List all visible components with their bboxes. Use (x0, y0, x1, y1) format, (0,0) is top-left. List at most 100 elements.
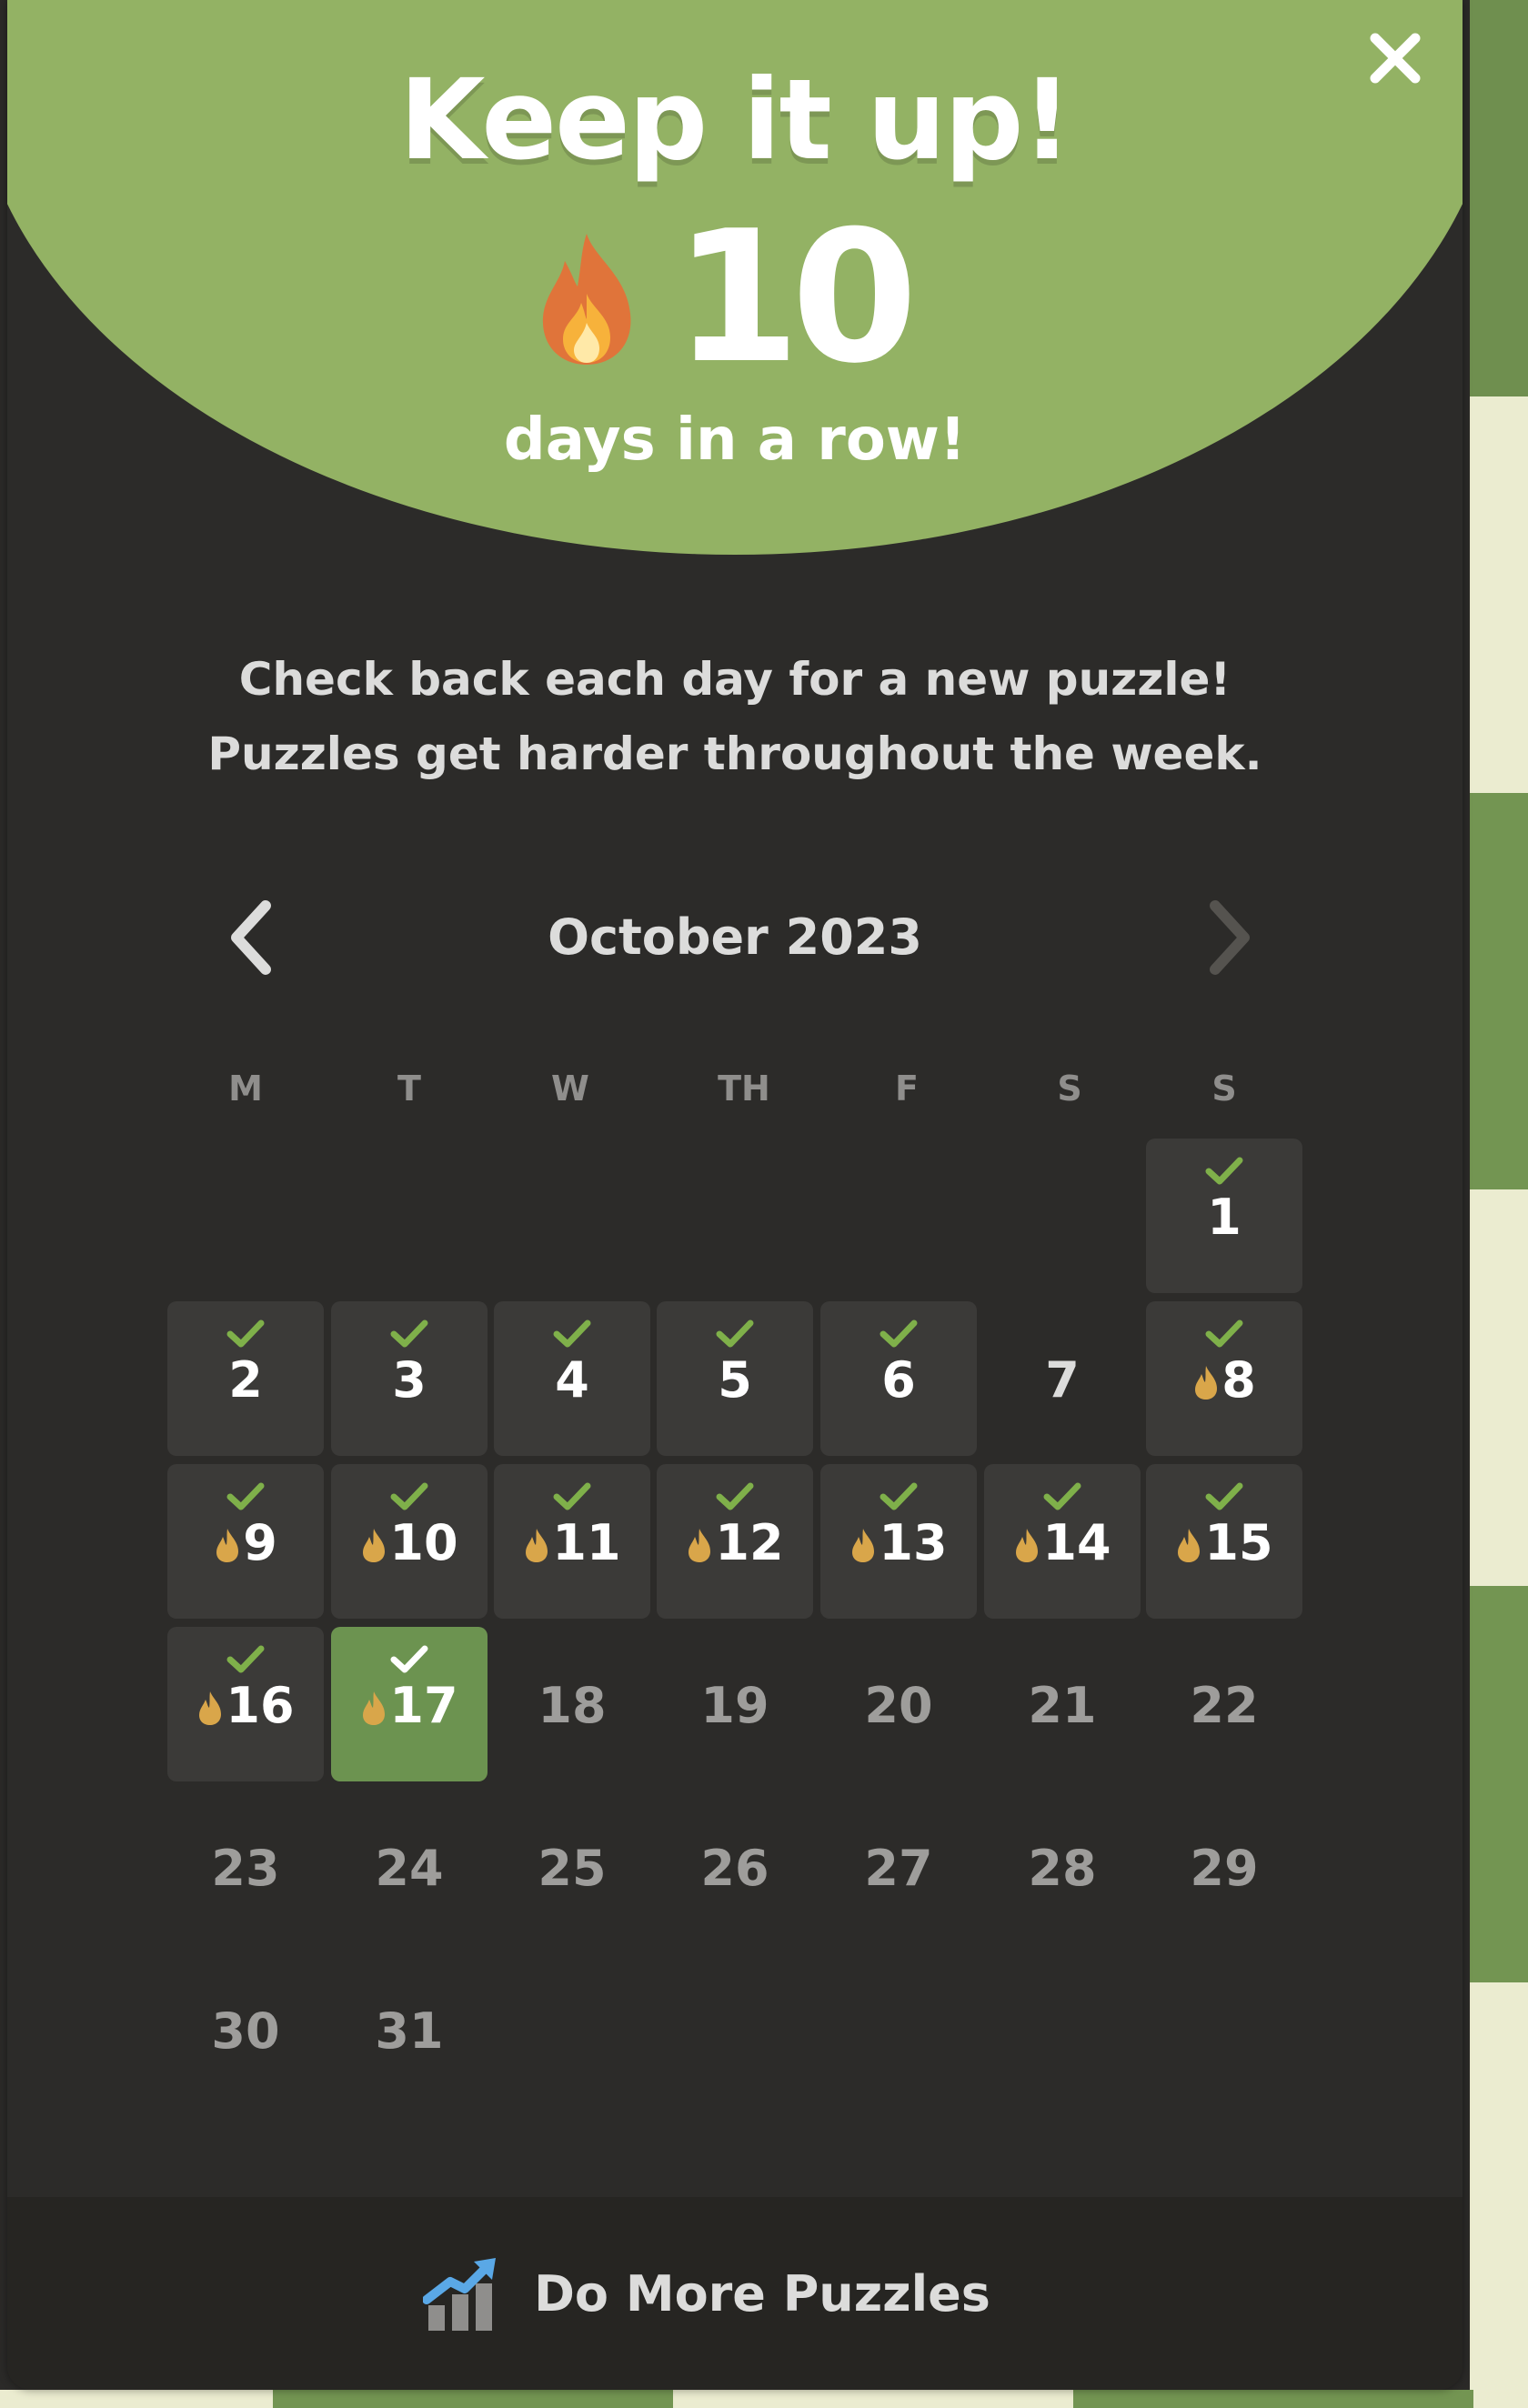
weekday-label: TH (718, 1069, 770, 1109)
day-number-text: 3 (392, 1351, 427, 1409)
day-number-text: 30 (211, 2002, 280, 2060)
day-number-text: 20 (864, 1677, 933, 1734)
flame-icon (363, 1691, 386, 1725)
weekday-label: S (1211, 1069, 1237, 1109)
day-number-text: 27 (864, 1840, 933, 1897)
flame-icon (852, 1529, 875, 1562)
calendar-day-24: 24 (331, 1790, 488, 1944)
calendar-day-9[interactable]: 9 (167, 1464, 324, 1619)
day-number: 25 (494, 1837, 650, 1901)
board-square (1470, 396, 1528, 793)
calendar-day-16[interactable]: 16 (167, 1627, 324, 1781)
check-icon (716, 1319, 754, 1348)
day-number-text: 8 (1221, 1351, 1256, 1409)
info-line-1: Check back each day for a new puzzle! (238, 653, 1231, 706)
day-number: 27 (820, 1837, 977, 1901)
weekday-label: T (397, 1069, 421, 1109)
day-number-text: 2 (228, 1351, 263, 1409)
do-more-puzzles-button[interactable]: Do More Puzzles (7, 2197, 1463, 2390)
day-number-text: 10 (389, 1514, 458, 1571)
modal-title: Keep it up! (398, 55, 1072, 185)
day-number-text: 15 (1204, 1514, 1273, 1571)
calendar-day-18: 18 (494, 1627, 650, 1781)
calendar-day-30: 30 (167, 1952, 324, 2107)
calendar-day-7[interactable]: 7 (984, 1301, 1141, 1456)
streak-modal: Keep it up! 10 days in a row! Check back… (7, 0, 1463, 2390)
day-number: 11 (494, 1511, 650, 1575)
day-number: 20 (820, 1674, 977, 1738)
calendar-day-15[interactable]: 15 (1146, 1464, 1302, 1619)
flame-icon (526, 1529, 548, 1562)
day-number: 5 (657, 1349, 813, 1412)
streak-count: 10 (673, 192, 918, 404)
day-number-text: 18 (538, 1677, 607, 1734)
calendar-day-29: 29 (1146, 1790, 1302, 1944)
calendar-day-12[interactable]: 12 (657, 1464, 813, 1619)
check-icon (1043, 1482, 1081, 1510)
day-number: 26 (657, 1837, 813, 1901)
month-navigation: October 2023 (7, 897, 1463, 978)
do-more-puzzles-label: Do More Puzzles (534, 2264, 990, 2323)
day-number: 1 (1146, 1186, 1302, 1249)
day-number: 13 (820, 1511, 977, 1575)
calendar-day-5[interactable]: 5 (657, 1301, 813, 1456)
calendar-day-31: 31 (331, 1952, 488, 2107)
calendar-day-28: 28 (984, 1790, 1141, 1944)
day-number-text: 29 (1190, 1840, 1259, 1897)
streak-label: days in a row! (503, 406, 967, 474)
day-number: 18 (494, 1674, 650, 1738)
calendar-day-4[interactable]: 4 (494, 1301, 650, 1456)
check-icon (716, 1482, 754, 1510)
board-square (1470, 1586, 1528, 1982)
board-square (1470, 0, 1528, 396)
calendar-day-3[interactable]: 3 (331, 1301, 488, 1456)
calendar-day-19: 19 (657, 1627, 813, 1781)
puzzle-stats-icon (423, 2258, 497, 2331)
day-number-text: 13 (879, 1514, 948, 1571)
day-number: 21 (984, 1674, 1141, 1738)
calendar-day-2[interactable]: 2 (167, 1301, 324, 1456)
day-number: 29 (1146, 1837, 1302, 1901)
calendar-day-14[interactable]: 14 (984, 1464, 1141, 1619)
day-number: 17 (331, 1674, 488, 1738)
calendar-day-8[interactable]: 8 (1146, 1301, 1302, 1456)
chevron-right-icon (1210, 900, 1250, 975)
day-number-text: 12 (715, 1514, 784, 1571)
check-icon (1205, 1319, 1243, 1348)
calendar-day-6[interactable]: 6 (820, 1301, 977, 1456)
day-number-text: 14 (1042, 1514, 1111, 1571)
weekday-label: M (228, 1069, 263, 1109)
day-number-text: 24 (375, 1840, 444, 1897)
day-number: 6 (820, 1349, 977, 1412)
day-number-text: 31 (375, 2002, 444, 2060)
next-month-button[interactable] (1199, 897, 1262, 978)
day-number: 24 (331, 1837, 488, 1901)
check-icon (390, 1319, 428, 1348)
calendar-day-23: 23 (167, 1790, 324, 1944)
calendar-day-11[interactable]: 11 (494, 1464, 650, 1619)
calendar-day-10[interactable]: 10 (331, 1464, 488, 1619)
flame-icon (1016, 1529, 1039, 1562)
day-number: 22 (1146, 1674, 1302, 1738)
modal-footer: Do More Puzzles (7, 2197, 1463, 2390)
calendar-day-27: 27 (820, 1790, 977, 1944)
check-icon (1205, 1157, 1243, 1185)
day-number-text: 23 (211, 1840, 280, 1897)
check-icon (226, 1319, 265, 1348)
streak-counter: 10 (7, 207, 1463, 389)
day-number: 28 (984, 1837, 1141, 1901)
calendar-day-21: 21 (984, 1627, 1141, 1781)
calendar-day-25: 25 (494, 1790, 650, 1944)
day-number: 7 (984, 1349, 1141, 1412)
calendar-day-13[interactable]: 13 (820, 1464, 977, 1619)
day-number: 30 (167, 2000, 324, 2063)
board-square (1470, 1982, 1528, 2408)
day-number: 8 (1146, 1349, 1302, 1412)
calendar-day-1[interactable]: 1 (1146, 1139, 1302, 1293)
calendar-day-17[interactable]: 17 (331, 1627, 488, 1781)
flame-icon (199, 1691, 222, 1725)
flame-icon (1178, 1529, 1201, 1562)
calendar-day-20: 20 (820, 1627, 977, 1781)
day-number-text: 6 (881, 1351, 916, 1409)
check-icon (553, 1319, 591, 1348)
